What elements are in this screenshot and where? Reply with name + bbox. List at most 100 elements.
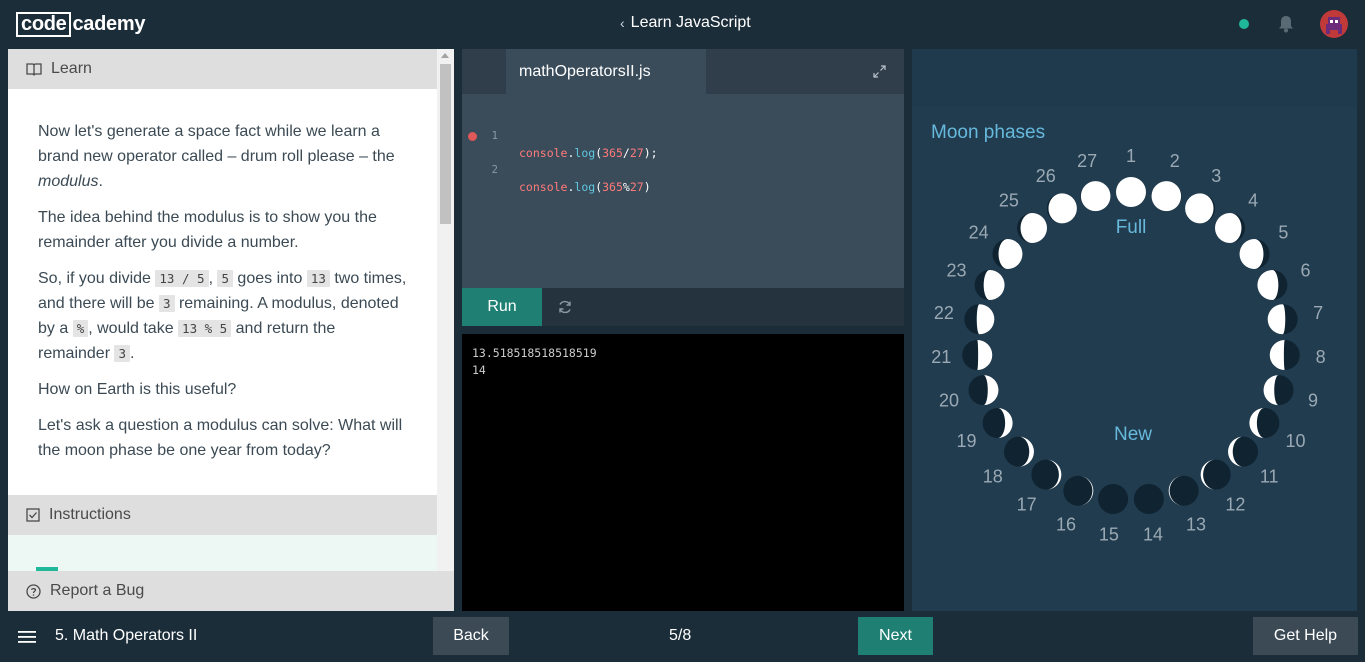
moon-phase: [1263, 375, 1294, 406]
moon-day-label: 15: [1099, 525, 1119, 545]
next-button[interactable]: Next: [858, 617, 933, 655]
moon-phase: [1116, 177, 1146, 207]
moon-phase: [1257, 270, 1288, 301]
learn-content: Now let's generate a space fact while we…: [8, 89, 437, 495]
paragraph: So, if you divide 13 / 5, 5 goes into 13…: [38, 270, 407, 362]
course-title-link[interactable]: ‹ Learn JavaScript: [620, 14, 751, 32]
moon-phase: [1151, 181, 1182, 212]
moon-day-label: 11: [1260, 466, 1279, 486]
moon-phase: [1031, 459, 1062, 490]
moon-day-label: 24: [969, 223, 989, 243]
hamburger-icon[interactable]: [18, 630, 36, 644]
moon-day-label: 20: [939, 390, 959, 410]
avatar[interactable]: [1320, 10, 1348, 38]
moon-phase: [1098, 483, 1129, 514]
moon-day-label: 21: [931, 347, 951, 367]
moon-day-label: 26: [1036, 166, 1056, 186]
lesson-panel: Learn Now let's generate a space fact wh…: [8, 49, 454, 611]
moon-phase: [1214, 213, 1245, 244]
question-circle-icon: [26, 583, 41, 599]
run-bar: Run: [462, 288, 904, 326]
logo-cademy: cademy: [72, 13, 146, 35]
moon-day-label: 13: [1186, 515, 1206, 535]
paragraph: How on Earth is this useful?: [38, 381, 237, 398]
moon-phase: [992, 239, 1023, 270]
moon-phase: [1080, 181, 1111, 212]
new-moon-label: New: [1114, 424, 1152, 445]
code-area[interactable]: 1 console.log(365/27); 2 console.log(365…: [462, 111, 904, 194]
moon-phase: [1228, 436, 1259, 467]
moon-day-label: 5: [1278, 223, 1288, 243]
paragraph: The idea behind the modulus is to show y…: [38, 209, 377, 251]
moon-phase: [1269, 339, 1300, 370]
moon-phase: [1200, 459, 1231, 490]
expand-icon[interactable]: [873, 65, 886, 78]
moon-phase: [1003, 436, 1034, 467]
learn-header-label: Learn: [51, 60, 92, 77]
moon-phase-diagram: Full New 1 234567891011121314151617181920…: [931, 146, 1325, 545]
moon-phase: [1249, 408, 1280, 438]
tab-file[interactable]: mathOperatorsII.js: [506, 49, 706, 94]
run-button[interactable]: Run: [462, 288, 542, 326]
moon-phase: [962, 339, 993, 370]
moon-day-label: 23: [947, 261, 967, 281]
scrollbar[interactable]: [437, 49, 454, 571]
moon-day-label: 6: [1300, 261, 1310, 281]
progress-indicator: 5/8: [669, 627, 692, 644]
get-help-button[interactable]: Get Help: [1253, 617, 1358, 655]
console-line: 13.518518518518519: [472, 346, 597, 360]
bottom-bar: 5. Math Operators II Back 5/8 Next Get H…: [0, 611, 1365, 662]
moon-phase: [1017, 213, 1048, 244]
moon-day-label: 7: [1313, 303, 1323, 323]
code-editor[interactable]: mathOperatorsII.js 1 console.log(365/27)…: [462, 49, 904, 289]
paragraph: Now let's generate a space fact while we…: [38, 123, 395, 190]
moon-day-label: 2: [1170, 151, 1180, 171]
moon-phase: [968, 375, 999, 406]
instructions-header-label: Instructions: [49, 506, 131, 523]
moon-day-label: 27: [1077, 151, 1097, 171]
moon-day-label: 3: [1211, 166, 1221, 186]
instructions-content: [8, 535, 437, 571]
chevron-left-icon: ‹: [620, 15, 625, 31]
lesson-name: 5. Math Operators II: [55, 627, 198, 644]
scrollbar-thumb[interactable]: [440, 64, 451, 224]
moon-phase: [1046, 193, 1077, 224]
moon-phase: [964, 304, 995, 335]
moon-day-label: 8: [1316, 347, 1326, 367]
status-dot: [1239, 19, 1249, 29]
editor-tab-bar: mathOperatorsII.js: [462, 49, 904, 94]
moon-day-label: 25: [999, 190, 1019, 210]
browser-preview: Moon phases Full New 1 2 3 4 5 6 7 8 9 10 11 12 13 14…: [912, 49, 1357, 611]
full-moon-label: Full: [1116, 217, 1147, 238]
moon-phase: [1168, 475, 1199, 506]
moon-day-label: 4: [1248, 190, 1258, 210]
scroll-up-arrow-icon[interactable]: [441, 53, 449, 58]
back-button[interactable]: Back: [433, 617, 509, 655]
moon-day-label: 1: [1126, 146, 1136, 166]
console-line: 14: [472, 363, 486, 377]
checkbox-icon: [26, 508, 40, 522]
book-icon: [26, 63, 42, 76]
moon-day-label: 19: [956, 431, 976, 451]
moons-group: 1 234567891011121314151617181920212223242…: [931, 146, 1325, 545]
logo-code: code: [16, 12, 72, 37]
moon-day-label: 18: [983, 466, 1003, 486]
moon-day-label: 10: [1286, 431, 1306, 451]
code-line: 2 console.log(365%27): [462, 128, 904, 194]
instructions-header[interactable]: Instructions: [8, 495, 437, 535]
moon-phase: [982, 408, 1013, 438]
bell-icon[interactable]: [1278, 15, 1294, 33]
code-line: 1 console.log(365/27);: [491, 130, 658, 160]
moon-day-label: 17: [1017, 495, 1037, 515]
learn-header[interactable]: Learn: [8, 49, 437, 89]
refresh-icon[interactable]: [557, 299, 573, 315]
moon-day-label: 12: [1225, 495, 1245, 515]
error-marker: [468, 132, 477, 141]
paragraph: Let's ask a question a modulus can solve…: [38, 417, 403, 459]
codecademy-logo[interactable]: code cademy: [16, 12, 145, 37]
moon-phase: [1239, 239, 1270, 270]
report-bug-button[interactable]: Report a Bug: [8, 571, 454, 611]
moon-day-label: 14: [1143, 525, 1163, 545]
moon-day-label: 9: [1308, 390, 1318, 410]
moon-phase: [1185, 193, 1216, 224]
